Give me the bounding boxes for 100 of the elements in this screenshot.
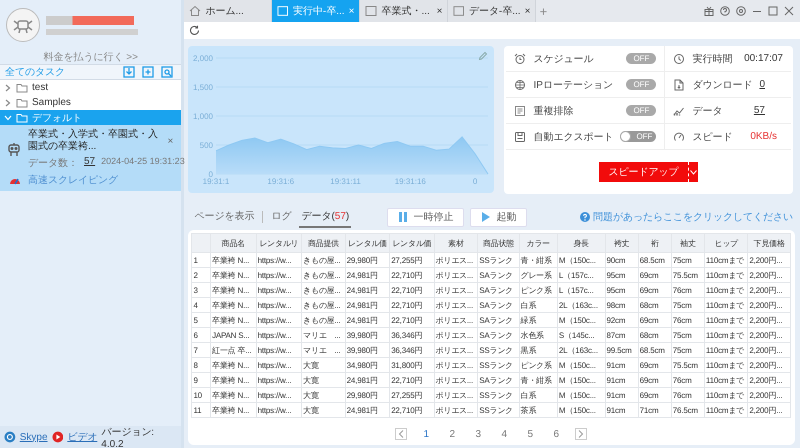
table-cell: https://w...	[256, 328, 302, 342]
view-tab[interactable]: ページを表示	[192, 206, 256, 228]
column-header[interactable]: 袖丈	[671, 234, 704, 252]
table-cell: 71cm	[638, 402, 672, 418]
close-icon[interactable]: ×	[167, 136, 178, 146]
table-cell: きもの屋...	[302, 252, 346, 268]
table-cell: 24,981円	[345, 372, 390, 388]
table-cell: 2,200円...	[748, 388, 790, 402]
folder-icon	[16, 112, 28, 122]
table-cell: 68cm	[638, 328, 672, 342]
page-link[interactable]: 4	[491, 428, 518, 440]
table-cell: 卒業袴 N...	[210, 298, 256, 312]
maximize-icon[interactable]	[768, 6, 778, 16]
search-file-icon[interactable]	[161, 66, 174, 78]
close-icon[interactable]: ×	[436, 6, 442, 16]
table-cell: 76cm	[671, 282, 704, 298]
pause-button[interactable]: 一時停止	[387, 208, 464, 226]
table-cell: 75.5cm	[671, 358, 704, 372]
video-link[interactable]: ビデオ	[67, 430, 98, 444]
table-cell: 紅一点 卒...	[210, 342, 256, 358]
table-cell: 90cm	[605, 252, 638, 268]
column-header[interactable]: カラー	[519, 234, 558, 252]
page-link[interactable]: 6	[543, 428, 570, 440]
page-link[interactable]: 1	[413, 428, 440, 440]
close-icon[interactable]: ×	[524, 6, 530, 16]
skype-icon[interactable]	[4, 431, 16, 443]
table-cell: きもの屋...	[302, 298, 346, 312]
chevron-down-icon[interactable]	[4, 114, 12, 122]
table-cell: https://w...	[256, 358, 302, 372]
row-number: 1	[192, 252, 211, 268]
column-header[interactable]: レンタル価	[390, 234, 434, 252]
column-header[interactable]: 商品提供	[302, 234, 346, 252]
table-cell: 黒系	[519, 342, 558, 358]
table-cell: 29,980円	[345, 252, 390, 268]
folder-item[interactable]: Samples	[0, 95, 182, 110]
data-count-link[interactable]: 57	[84, 156, 96, 170]
page-link[interactable]: 3	[465, 428, 492, 440]
table-cell: 白系	[519, 388, 558, 402]
table-cell: 22,710円	[390, 312, 434, 328]
add-file-icon[interactable]	[142, 66, 154, 78]
view-tab[interactable]: ログ	[269, 206, 294, 228]
list-icon	[514, 104, 526, 117]
column-header[interactable]: 下見価格	[748, 234, 790, 252]
table-cell: SSランク	[478, 358, 520, 372]
tab[interactable]: ホーム...	[184, 0, 272, 22]
window-icon	[365, 5, 378, 17]
dropdown-button[interactable]	[688, 162, 698, 182]
table-cell: ポリエス...	[434, 358, 478, 372]
table-cell: 68.5cm	[638, 342, 672, 358]
column-header[interactable]: 素材	[434, 234, 478, 252]
table-cell: ピンク系	[519, 358, 558, 372]
folder-item[interactable]: test	[0, 80, 182, 95]
table-cell: 大寛	[302, 388, 346, 402]
import-icon[interactable]	[123, 66, 136, 78]
page-link[interactable]: 5	[517, 428, 544, 440]
clock-icon	[673, 52, 686, 65]
table-cell: 75cm	[671, 252, 704, 268]
stat-link[interactable]: 0	[759, 79, 765, 90]
table-cell: 緑系	[519, 312, 558, 328]
column-header[interactable]: 身長	[557, 234, 606, 252]
video-icon[interactable]	[52, 431, 64, 443]
table-cell: 2,200円...	[748, 328, 790, 342]
next-page-button[interactable]	[575, 428, 588, 440]
floppy-icon	[514, 130, 526, 143]
speed-up-button[interactable]: スピードアップ	[599, 162, 688, 182]
table-cell: 2,200円...	[748, 298, 790, 312]
table-cell: 2,200円...	[748, 358, 790, 372]
column-header[interactable]: 商品名	[210, 234, 256, 252]
table-cell: 91cm	[605, 358, 638, 372]
help-icon[interactable]	[580, 212, 590, 222]
help-icon[interactable]	[720, 6, 730, 16]
table-cell: 白系	[519, 298, 558, 312]
gift-icon[interactable]	[704, 6, 714, 16]
column-header[interactable]: レンタル価	[345, 234, 390, 252]
column-header[interactable]: 袴丈	[605, 234, 638, 252]
view-tab[interactable]: データ(57)	[299, 206, 352, 228]
prev-page-button[interactable]	[395, 428, 408, 440]
start-button[interactable]: 起動	[470, 208, 528, 226]
stat-link[interactable]: 57	[754, 105, 765, 116]
column-header[interactable]: レンタルリ	[256, 234, 302, 252]
table-cell: 39,980円	[345, 342, 390, 358]
stat-label: IPローテーション	[533, 78, 613, 92]
refresh-icon[interactable]	[189, 25, 200, 36]
axis-label: 0	[473, 177, 478, 186]
table-cell: 110cmまで	[704, 402, 748, 418]
column-header[interactable]: ヒップ	[704, 234, 748, 252]
table-cell: https://w...	[256, 372, 302, 388]
table-cell: 75.5cm	[671, 268, 704, 282]
close-icon[interactable]	[784, 6, 794, 16]
table-cell: ポリエス...	[434, 388, 478, 402]
tab[interactable]: 卒業式・... ×	[360, 0, 448, 22]
skype-link[interactable]: Skype	[20, 432, 48, 442]
table-cell: 2L（163c...	[557, 298, 606, 312]
tab[interactable]: データ-卒... ×	[448, 0, 536, 22]
table-cell: きもの屋...	[302, 312, 346, 328]
column-header[interactable]: 商品状態	[478, 234, 520, 252]
page-link[interactable]: 2	[439, 428, 466, 440]
column-header[interactable]: 裄	[638, 234, 672, 252]
settings-icon[interactable]	[736, 6, 746, 16]
table-cell: 2,200円...	[748, 372, 790, 388]
